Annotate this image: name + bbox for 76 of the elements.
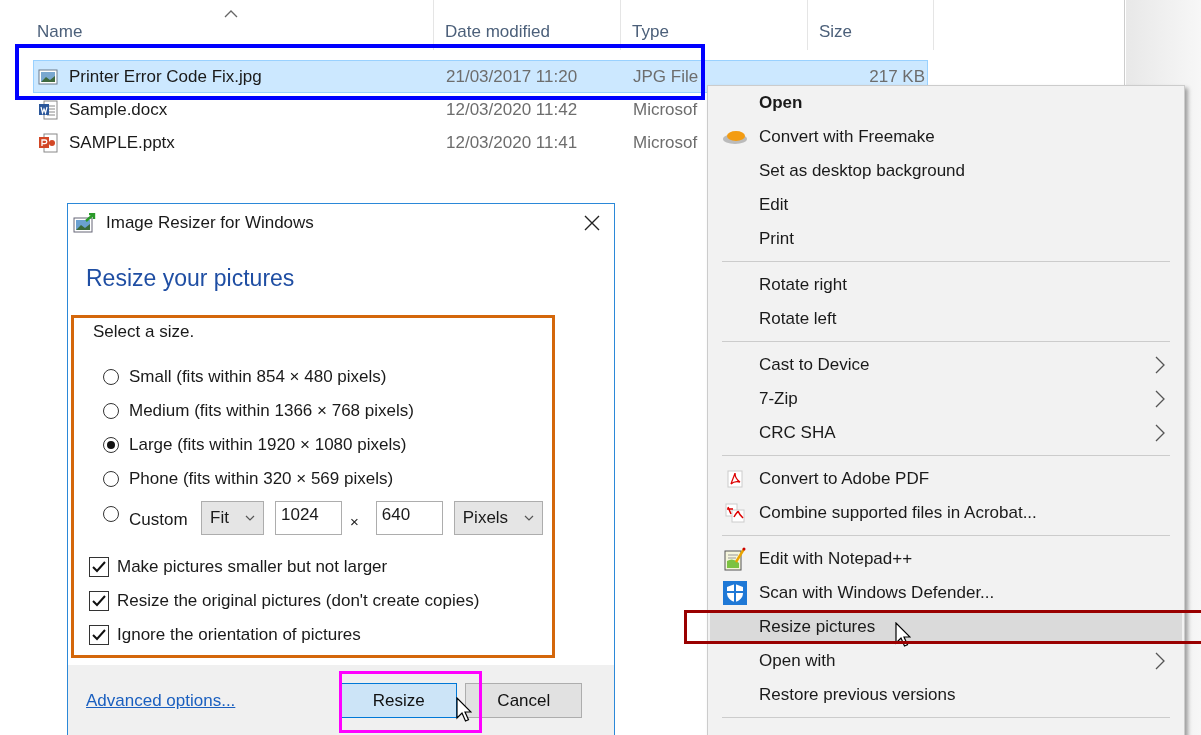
file-size: 217 KB [868, 66, 926, 87]
chevron-down-icon [245, 515, 255, 521]
sort-caret-icon [224, 10, 238, 18]
close-icon[interactable] [584, 215, 600, 231]
chevron-right-icon [1155, 424, 1165, 442]
file-name: SAMPLE.pptx [69, 132, 175, 153]
checkbox-label: Resize the original pictures (don't create copies) [117, 591, 480, 611]
checkbox[interactable] [89, 557, 109, 577]
menu-item[interactable]: Rotate left [710, 302, 1182, 336]
file-name: Sample.docx [69, 99, 168, 120]
file-type: JPG File [632, 66, 699, 87]
menu-item[interactable]: Combine supported files in Acrobat... [710, 496, 1182, 530]
column-header[interactable]: Type [621, 0, 808, 50]
menu-item[interactable]: CRC SHA [710, 416, 1182, 450]
checkbox[interactable] [89, 625, 109, 645]
checkbox-label: Ignore the orientation of pictures [117, 625, 361, 645]
radio-label: Large (fits within 1920 × 1080 pixels) [129, 435, 407, 455]
checkbox-label: Make pictures smaller but not larger [117, 557, 388, 577]
times-sign: × [350, 512, 359, 530]
menu-item[interactable]: Set as desktop background [710, 154, 1182, 188]
file-type: Microsof [632, 99, 698, 120]
radio-label: Phone (fits within 320 × 569 pixels) [129, 469, 394, 489]
menu-item[interactable]: Rotate right [710, 268, 1182, 302]
checkbox[interactable] [89, 591, 109, 611]
radio-label: Custom [129, 509, 189, 530]
mode-dropdown[interactable]: Fit [201, 501, 264, 535]
resize-button[interactable]: Resize [340, 683, 458, 718]
advanced-options-link[interactable]: Advanced options... [86, 691, 236, 711]
mouse-pointer-icon [456, 697, 472, 723]
powerpoint-document-icon [38, 131, 58, 154]
menu-item[interactable]: Convert to Adobe PDF [710, 462, 1182, 496]
column-header[interactable]: Size [808, 0, 934, 50]
menu-item[interactable]: Open with [710, 644, 1182, 678]
menu-item[interactable]: Edit with Notepad++ [710, 542, 1182, 576]
notepad-icon [723, 547, 746, 571]
combine-files-icon [724, 503, 745, 523]
chevron-right-icon [1155, 390, 1165, 408]
menu-item[interactable]: Scan with Windows Defender... [710, 576, 1182, 610]
file-date: 21/03/2017 11:20 [445, 66, 578, 87]
radio-button[interactable] [103, 403, 119, 419]
menu-item[interactable]: Restore previous versions [710, 678, 1182, 712]
radio-button[interactable] [103, 506, 119, 522]
file-type: Microsof [632, 132, 698, 153]
column-header[interactable]: Name [33, 0, 434, 50]
disc-icon [721, 129, 748, 145]
width-field[interactable]: 1024 [275, 501, 342, 535]
image-file-icon [38, 67, 58, 86]
chevron-down-icon [523, 515, 534, 521]
app-icon [73, 213, 97, 233]
chevron-right-icon [1155, 652, 1165, 670]
file-date: 12/03/2020 11:42 [445, 99, 578, 120]
menu-item[interactable]: Edit [710, 188, 1182, 222]
chevron-right-icon [1155, 356, 1165, 374]
mouse-pointer-icon [895, 622, 911, 648]
dialog-heading: Resize your pictures [85, 264, 296, 293]
word-document-icon [38, 98, 58, 121]
unit-dropdown[interactable]: Pixels [453, 501, 543, 535]
height-field[interactable]: 640 [375, 501, 443, 535]
file-row[interactable]: Printer Error Code Fix.jpg 21/03/2017 11:20 JPG File 217 KB [33, 60, 928, 93]
radio-button[interactable] [103, 471, 119, 487]
radio-button[interactable] [103, 437, 119, 453]
menu-item[interactable]: 7-Zip [710, 382, 1182, 416]
shield-icon [722, 581, 747, 605]
radio-button[interactable] [103, 369, 119, 385]
radio-label: Small (fits within 854 × 480 pixels) [129, 367, 387, 387]
column-header[interactable]: Date modified [434, 0, 621, 50]
cancel-button[interactable]: Cancel [465, 683, 583, 718]
file-date: 12/03/2020 11:41 [445, 132, 578, 153]
pdf-icon [726, 470, 743, 488]
size-prompt: Select a size. [92, 321, 196, 343]
radio-label: Medium (fits within 1366 × 768 pixels) [129, 401, 414, 421]
menu-item[interactable]: Convert with Freemake [710, 120, 1182, 154]
dialog-title: Image Resizer for Windows [106, 213, 315, 233]
menu-item[interactable]: Print [710, 222, 1182, 256]
file-name: Printer Error Code Fix.jpg [69, 66, 262, 87]
menu-item[interactable]: Cast to Device [710, 348, 1182, 382]
